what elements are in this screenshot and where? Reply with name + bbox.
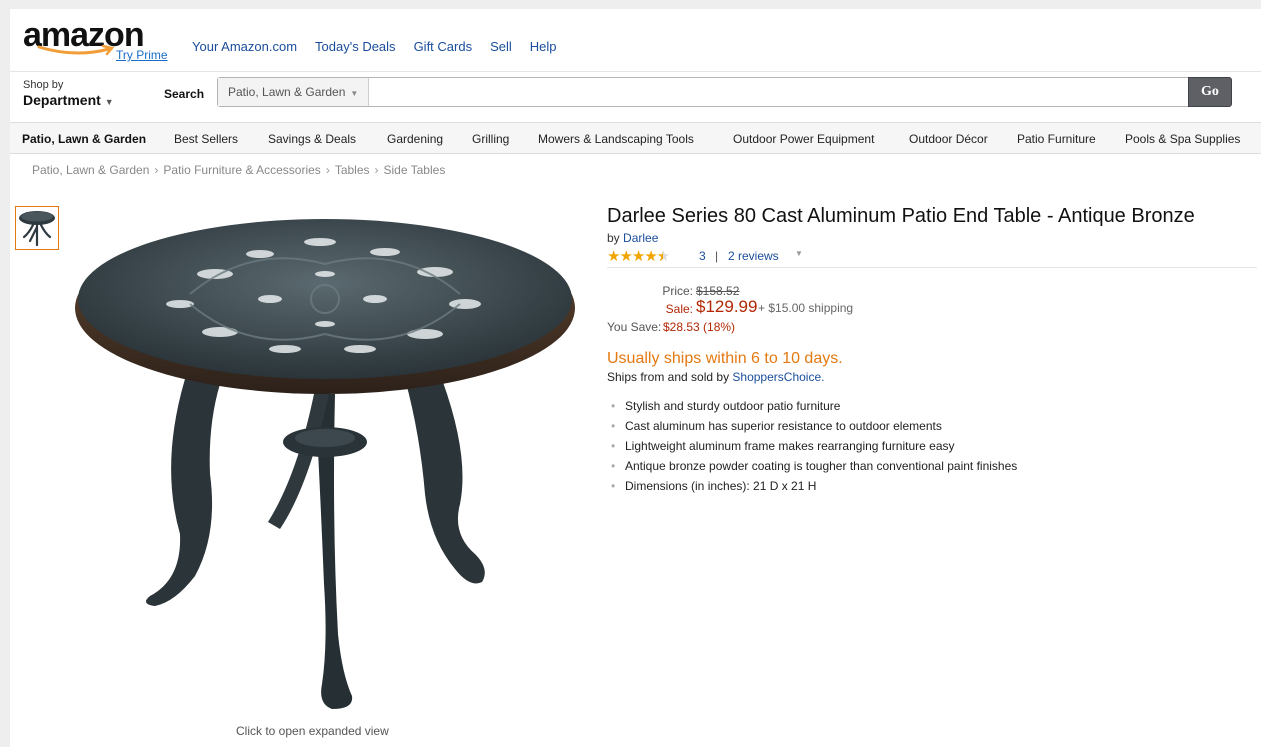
product-thumbnail[interactable] [15,206,59,250]
category-grilling[interactable]: Grilling [472,132,509,146]
shop-by-department-menu[interactable]: Shop by Department ▼ [23,79,114,111]
search-input[interactable] [382,78,1190,106]
chevron-down-icon: ▼ [104,97,114,107]
try-prime-link[interactable]: Try Prime [116,48,168,62]
breadcrumb-item[interactable]: Side Tables [384,163,446,177]
help-link[interactable]: Help [530,39,557,54]
product-info: Darlee Series 80 Cast Aluminum Patio End… [607,203,1257,496]
you-save-value: $28.53 (18%) [663,320,736,334]
breadcrumb: Patio, Lawn & Garden › Patio Furniture & A… [32,163,445,177]
category-outdoor-decor[interactable]: Outdoor Décor [909,132,988,146]
rating-count[interactable]: 3 [699,249,706,263]
rating-separator: | [715,249,719,263]
shipping-cost: + $15.00 shipping [758,301,854,315]
search-row: Shop by Department ▼ Search Patio, Lawn &… [10,71,1261,117]
page: amazon Try Prime Your Amazon.com Today's… [10,9,1261,747]
breadcrumb-item[interactable]: Tables [335,163,370,177]
category-savings-deals[interactable]: Savings & Deals [268,132,356,146]
chevron-right-icon: › [374,163,379,177]
gift-cards-link[interactable]: Gift Cards [414,39,473,54]
price-label: Price: [662,284,693,298]
brand-link[interactable]: Darlee [623,231,658,245]
category-mowers-landscaping[interactable]: Mowers & Landscaping Tools [538,132,694,146]
availability-status: Usually ships within 6 to 10 days. [607,350,843,367]
feature-bullet: Dimensions (in inches): 21 D x 21 H [607,476,1257,496]
category-patio-furniture[interactable]: Patio Furniture [1017,132,1096,146]
category-best-sellers[interactable]: Best Sellers [174,132,238,146]
reviews-link[interactable]: 2 reviews [728,249,779,263]
breadcrumb-item[interactable]: Patio Furniture & Accessories [163,163,320,177]
breadcrumb-item[interactable]: Patio, Lawn & Garden [32,163,149,177]
you-save-label: You Save: [607,320,662,334]
chevron-down-icon[interactable]: ▼ [795,249,803,258]
feature-bullet: Antique bronze powder coating is tougher… [607,456,1257,476]
sell-link[interactable]: Sell [490,39,512,54]
category-gardening[interactable]: Gardening [387,132,443,146]
category-bar: Patio, Lawn & Garden Best Sellers Saving… [10,122,1261,154]
feature-bullet: Stylish and sturdy outdoor patio furnitu… [607,396,1257,416]
sale-price: $129.99 [696,297,758,316]
feature-bullets: Stylish and sturdy outdoor patio furnitu… [607,396,1257,496]
smile-arrow-icon [37,45,115,56]
expand-view-hint[interactable]: Click to open expanded view [236,724,389,738]
table-thumbnail-icon [19,211,55,247]
product-title: Darlee Series 80 Cast Aluminum Patio End… [607,205,1195,227]
amazon-logo[interactable]: amazon Try Prime [23,18,173,62]
department-label: Department [23,92,101,108]
search-category-value: Patio, Lawn & Garden [228,85,346,99]
todays-deals-link[interactable]: Today's Deals [315,39,396,54]
seller-link[interactable]: ShoppersChoice. [732,370,824,384]
sale-label: Sale: [665,302,693,316]
feature-bullet: Cast aluminum has superior resistance to… [607,416,1257,436]
go-button[interactable]: Go [1188,77,1232,107]
category-pools-spa[interactable]: Pools & Spa Supplies [1125,132,1240,146]
search-label: Search [164,87,205,101]
search-category-dropdown[interactable]: Patio, Lawn & Garden ▼ [218,78,370,106]
chevron-down-icon: ▼ [350,89,359,98]
product-image[interactable] [70,204,580,719]
your-amazon-link[interactable]: Your Amazon.com [192,39,297,54]
feature-bullet: Lightweight aluminum frame makes rearran… [607,436,1257,456]
rating-row: ★★★★★★ 3 | 2 reviews ▼ [607,247,1257,268]
star-rating-icon[interactable]: ★★★★★★ [607,247,670,265]
price-block: Price: $158.52 Sale: $129.99 + $15.00 sh… [607,284,1257,344]
shop-by-label: Shop by [23,79,64,91]
ships-from-prefix: Ships from and sold by [607,370,730,384]
chevron-right-icon: › [325,163,330,177]
top-navigation: amazon Try Prime Your Amazon.com Today's… [10,9,1261,64]
chevron-right-icon: › [154,163,159,177]
category-patio-lawn-garden[interactable]: Patio, Lawn & Garden [22,132,146,146]
ships-from: Ships from and sold by ShoppersChoice. [607,370,1257,384]
category-outdoor-power-equipment[interactable]: Outdoor Power Equipment [733,132,874,146]
top-links: Your Amazon.com Today's Deals Gift Cards… [192,39,575,54]
search-box: Patio, Lawn & Garden ▼ [217,77,1230,107]
by-prefix: by [607,231,620,245]
list-price: $158.52 [696,284,740,298]
byline: by Darlee [607,231,1257,245]
